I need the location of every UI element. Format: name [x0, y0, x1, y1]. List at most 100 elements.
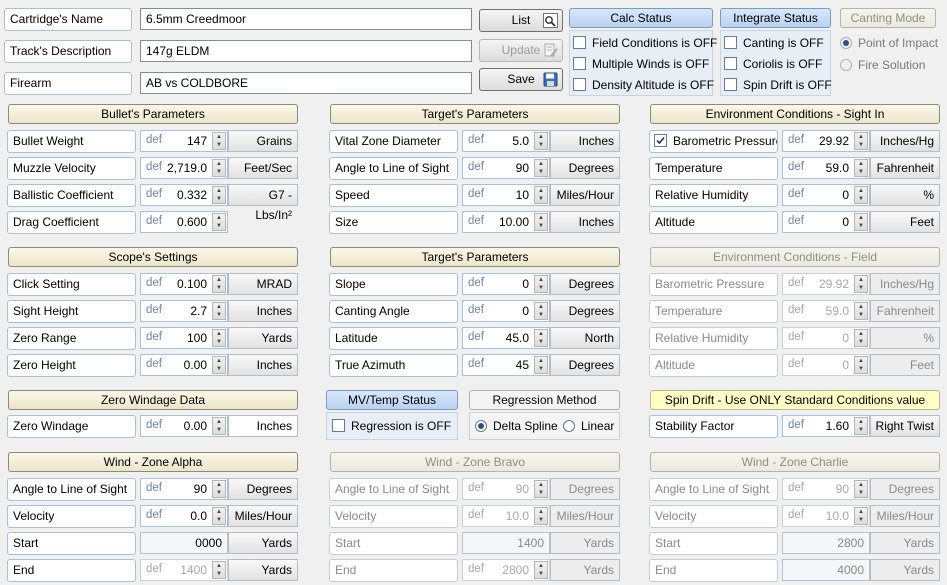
charlie-velocity-unit[interactable]: Miles/Hour: [870, 505, 940, 527]
sight-height-input[interactable]: def 2.7 ▲ ▼: [140, 300, 228, 322]
firearm-label: Firearm: [4, 72, 132, 95]
temperature-unit[interactable]: Fahrenheit: [870, 157, 940, 179]
linear-label: Linear: [581, 419, 615, 433]
field-pressure-label: Barometric Pressure: [649, 273, 778, 296]
bravo-end-input[interactable]: def 2800 ▲ ▼: [462, 559, 550, 581]
alpha-velocity-label: Velocity: [7, 505, 136, 528]
charlie-angle-unit[interactable]: Degrees: [870, 478, 940, 500]
coriolis-checkbox[interactable]: Coriolis is OFF: [724, 57, 822, 71]
alpha-angle-unit[interactable]: Degrees: [228, 478, 298, 500]
field-pressure-input[interactable]: def 29.92 ▲ ▼: [782, 273, 870, 295]
target-angle-input[interactable]: def 90 ▲ ▼: [462, 157, 550, 179]
field-altitude-input[interactable]: def 0 ▲ ▼: [782, 354, 870, 376]
track-description-field[interactable]: 147g ELDM: [140, 40, 472, 62]
target-speed-input[interactable]: def 10 ▲ ▼: [462, 184, 550, 206]
canting-angle-unit[interactable]: Degrees: [550, 300, 620, 322]
density-altitude-checkbox[interactable]: Density Altitude is OFF: [573, 78, 714, 92]
target-size-input[interactable]: def 10.00 ▲ ▼: [462, 211, 550, 233]
canting-angle-input[interactable]: def 0 ▲ ▼: [462, 300, 550, 322]
linear-radio[interactable]: Linear: [563, 419, 614, 433]
zero-windage-unit[interactable]: Inches: [228, 415, 298, 437]
field-humidity-unit[interactable]: %: [870, 327, 940, 349]
spinner-icon: ▲ ▼: [534, 561, 548, 579]
latitude-unit[interactable]: North: [550, 327, 620, 349]
target-speed-unit[interactable]: Miles/Hour: [550, 184, 620, 206]
click-setting-input[interactable]: def 0.100 ▲ ▼: [140, 273, 228, 295]
latitude-input[interactable]: def 45.0 ▲ ▼: [462, 327, 550, 349]
slope-unit[interactable]: Degrees: [550, 273, 620, 295]
bravo-velocity-input[interactable]: def 10.0 ▲ ▼: [462, 505, 550, 527]
barometric-pressure-input[interactable]: def 29.92 ▲ ▼: [782, 130, 870, 152]
zero-range-unit[interactable]: Yards: [228, 327, 298, 349]
altitude-input[interactable]: def 0 ▲ ▼: [782, 211, 870, 233]
zero-height-unit[interactable]: Inches: [228, 354, 298, 376]
true-azimuth-input[interactable]: def 45 ▲ ▼: [462, 354, 550, 376]
vital-zone-input[interactable]: def 5.0 ▲ ▼: [462, 130, 550, 152]
target-parameters-header: Target's Parameters: [330, 104, 620, 124]
target-size-unit[interactable]: Inches: [550, 211, 620, 233]
floppy-disk-icon: [543, 72, 558, 94]
spin-drift-label: Spin Drift is OFF: [743, 78, 832, 92]
relative-humidity-unit[interactable]: %: [870, 184, 940, 206]
field-humidity-input[interactable]: def 0 ▲ ▼: [782, 327, 870, 349]
vital-zone-unit[interactable]: Inches: [550, 130, 620, 152]
field-temperature-unit[interactable]: Fahrenheit: [870, 300, 940, 322]
field-conditions-label: Field Conditions is OFF: [592, 36, 718, 50]
click-setting-unit[interactable]: MRAD: [228, 273, 298, 295]
charlie-angle-input[interactable]: def 90 ▲ ▼: [782, 478, 870, 500]
zero-windage-input[interactable]: def 0.00 ▲ ▼: [140, 415, 228, 437]
barometric-pressure-checkbox[interactable]: Barometric Pressure: [649, 130, 778, 153]
bullet-weight-input[interactable]: def 147 ▲ ▼: [140, 130, 228, 152]
bravo-velocity-unit[interactable]: Miles/Hour: [550, 505, 620, 527]
firearm-field[interactable]: AB vs COLDBORE: [140, 72, 472, 94]
twist-direction-unit[interactable]: Right Twist: [870, 415, 940, 437]
field-pressure-unit[interactable]: Inches/Hg: [870, 273, 940, 295]
ballistic-coefficient-unit[interactable]: G7 - Lbs/In²: [228, 184, 298, 222]
field-humidity-label: Relative Humidity: [649, 327, 778, 350]
fire-solution-radio[interactable]: Fire Solution: [840, 58, 925, 72]
temperature-input[interactable]: def 59.0 ▲ ▼: [782, 157, 870, 179]
stability-factor-input[interactable]: def 1.60 ▲ ▼: [782, 415, 870, 437]
charlie-angle-label: Angle to Line of Sight: [649, 478, 778, 501]
alpha-angle-input[interactable]: def 90 ▲ ▼: [140, 478, 228, 500]
relative-humidity-input[interactable]: def 0 ▲ ▼: [782, 184, 870, 206]
spinner-icon: ▲ ▼: [212, 507, 226, 525]
spin-drift-checkbox[interactable]: Spin Drift is OFF: [724, 78, 832, 92]
muzzle-velocity-unit[interactable]: Feet/Sec: [228, 157, 298, 179]
density-altitude-label: Density Altitude is OFF: [592, 78, 715, 92]
drag-coefficient-input[interactable]: def 0.600 ▲ ▼: [140, 211, 228, 233]
alpha-end-input[interactable]: def 1400 ▲ ▼: [140, 559, 228, 581]
slope-input[interactable]: def 0 ▲ ▼: [462, 273, 550, 295]
field-temperature-input[interactable]: def 59.0 ▲ ▼: [782, 300, 870, 322]
update-button[interactable]: Update: [479, 39, 563, 62]
cartridge-name-field[interactable]: 6.5mm Creedmoor: [140, 8, 472, 30]
spinner-icon: ▲ ▼: [212, 213, 226, 231]
bravo-angle-input[interactable]: def 90 ▲ ▼: [462, 478, 550, 500]
multiple-winds-checkbox[interactable]: Multiple Winds is OFF: [573, 57, 709, 71]
target-angle-unit[interactable]: Degrees: [550, 157, 620, 179]
zero-range-input[interactable]: def 100 ▲ ▼: [140, 327, 228, 349]
save-button[interactable]: Save: [479, 68, 563, 91]
bullet-weight-unit[interactable]: Grains: [228, 130, 298, 152]
true-azimuth-unit[interactable]: Degrees: [550, 354, 620, 376]
delta-spline-radio[interactable]: Delta Spline: [475, 419, 558, 433]
bravo-angle-unit[interactable]: Degrees: [550, 478, 620, 500]
barometric-pressure-unit[interactable]: Inches/Hg: [870, 130, 940, 152]
alpha-velocity-unit[interactable]: Miles/Hour: [228, 505, 298, 527]
charlie-velocity-input[interactable]: def 10.0 ▲ ▼: [782, 505, 870, 527]
field-altitude-unit[interactable]: Feet: [870, 354, 940, 376]
alpha-velocity-input[interactable]: def 0.0 ▲ ▼: [140, 505, 228, 527]
altitude-unit[interactable]: Feet: [870, 211, 940, 233]
canting-checkbox[interactable]: Canting is OFF: [724, 36, 824, 50]
regression-checkbox[interactable]: Regression is OFF: [332, 419, 451, 433]
point-of-impact-radio[interactable]: Point of Impact: [840, 36, 938, 50]
field-conditions-checkbox[interactable]: Field Conditions is OFF: [573, 36, 717, 50]
spinner-icon: ▲ ▼: [534, 329, 548, 347]
muzzle-velocity-input[interactable]: def 2,719.0 ▲ ▼: [140, 157, 228, 179]
target-parameters-2-header: Target's Parameters: [330, 247, 620, 267]
list-button[interactable]: List: [479, 9, 563, 32]
ballistic-coefficient-input[interactable]: def 0.332 ▲ ▼: [140, 184, 228, 206]
zero-height-input[interactable]: def 0.00 ▲ ▼: [140, 354, 228, 376]
sight-height-unit[interactable]: Inches: [228, 300, 298, 322]
spinner-icon: ▲ ▼: [854, 329, 868, 347]
